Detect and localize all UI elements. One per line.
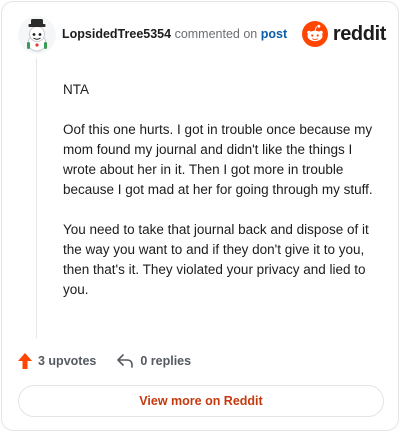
comment-paragraph: You need to take that journal back and d…	[63, 222, 369, 297]
upvote-arrow-icon	[18, 353, 32, 369]
upvote-button[interactable]: 3 upvotes	[18, 353, 96, 369]
upvote-count: 3 upvotes	[38, 354, 97, 368]
comment-paragraph: NTA	[63, 82, 89, 97]
reply-arrow-icon	[117, 354, 134, 368]
comment-body: NTA Oof this one hurts. I got in trouble…	[63, 80, 383, 300]
snoo-avatar-icon	[18, 16, 56, 54]
reddit-snoo-icon	[301, 21, 328, 47]
comment-actions: 3 upvotes 0 replies	[18, 349, 191, 373]
reply-count: 0 replies	[140, 354, 192, 368]
comment-meta: LopsidedTree5354 commented on post	[62, 27, 287, 41]
action-text: commented on	[174, 27, 258, 41]
reddit-brand[interactable]: reddit	[301, 20, 387, 48]
comment-paragraph: Oof this one hurts. I got in trouble onc…	[63, 122, 373, 197]
user-avatar[interactable]	[18, 16, 56, 54]
replies-button[interactable]: 0 replies	[116, 354, 191, 368]
comment-embed-card: LopsidedTree5354 commented on post reddi…	[1, 1, 399, 431]
reddit-wordmark: reddit	[332, 22, 387, 45]
view-more-button[interactable]: View more on Reddit	[18, 385, 384, 417]
username[interactable]: LopsidedTree5354	[62, 27, 171, 41]
thread-line	[36, 58, 37, 338]
post-link[interactable]: post	[261, 27, 287, 41]
comment-header: LopsidedTree5354 commented on post reddi…	[18, 16, 386, 56]
